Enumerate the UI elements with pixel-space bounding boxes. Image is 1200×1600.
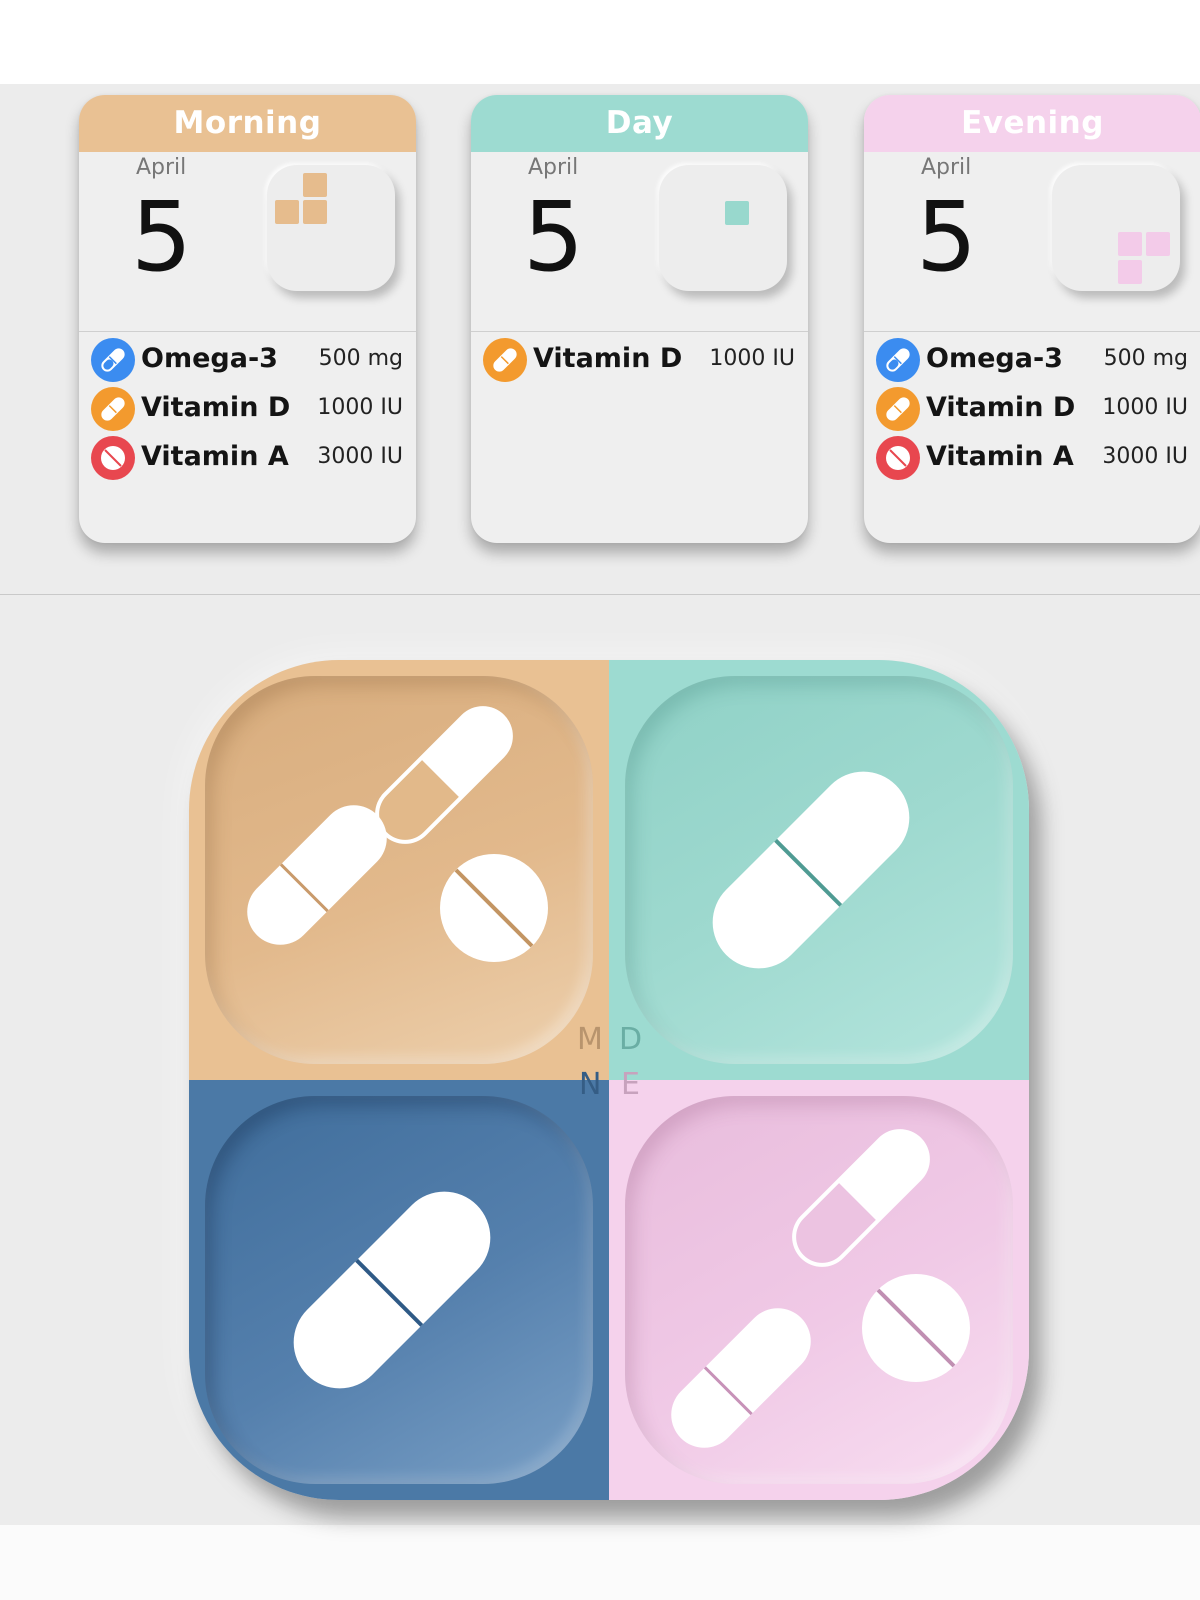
letter-night: N <box>579 1067 602 1102</box>
pills-graphic <box>293 1191 491 1389</box>
widget-title: Morning <box>79 95 416 152</box>
pills-graphic <box>671 1129 970 1448</box>
compartment-square <box>1146 232 1170 256</box>
supplement-row[interactable]: Omega-3 500 mg <box>91 337 403 383</box>
widget-day: 5 <box>916 181 978 293</box>
pills-graphic <box>712 771 910 969</box>
supplement-name: Omega-3 <box>141 343 278 374</box>
divider <box>79 331 416 332</box>
supplement-name: Omega-3 <box>926 343 1063 374</box>
widget-evening[interactable]: Evening April 5 Omega-3 500 mg Vitamin D… <box>864 95 1200 543</box>
compartment-square <box>1118 260 1142 284</box>
supplement-name: Vitamin D <box>141 392 291 423</box>
compartment-square <box>275 200 299 224</box>
pill-organizer: M D N E <box>189 660 1029 1500</box>
compartment-indicator-tile <box>267 165 395 291</box>
compartment-square <box>303 200 327 224</box>
capsule-orange-icon <box>483 338 527 382</box>
widget-title: Day <box>471 95 808 152</box>
supplement-row[interactable]: Vitamin A 3000 IU <box>91 435 403 481</box>
bottom-margin <box>0 1525 1200 1600</box>
widget-month: April <box>921 155 972 180</box>
widget-month: April <box>528 155 579 180</box>
capsule-orange-icon <box>91 387 135 431</box>
compartment-indicator-tile <box>1052 165 1180 291</box>
supplement-dose: 500 mg <box>1103 346 1188 371</box>
supplement-row[interactable]: Vitamin A 3000 IU <box>876 435 1188 481</box>
pills-graphic <box>247 706 548 962</box>
supplement-name: Vitamin D <box>533 343 683 374</box>
supplement-dose: 500 mg <box>318 346 403 371</box>
widget-day: 5 <box>523 181 585 293</box>
tablet-red-icon <box>876 436 920 480</box>
supplement-dose: 1000 IU <box>1102 395 1188 420</box>
supplement-dose: 3000 IU <box>1102 444 1188 469</box>
tablet-red-icon <box>91 436 135 480</box>
supplement-row[interactable]: Vitamin D 1000 IU <box>876 386 1188 432</box>
letter-morning: M <box>577 1022 603 1057</box>
compartment-evening[interactable] <box>609 1080 1029 1500</box>
supplement-dose: 1000 IU <box>709 346 795 371</box>
widget-day[interactable]: Day April 5 Vitamin D 1000 IU <box>471 95 808 543</box>
supplement-row[interactable]: Omega-3 500 mg <box>876 337 1188 383</box>
top-margin <box>0 0 1200 84</box>
supplement-row[interactable]: Vitamin D 1000 IU <box>483 337 795 383</box>
letter-day: D <box>619 1022 643 1057</box>
compartment-square <box>725 201 749 225</box>
supplement-name: Vitamin A <box>926 441 1074 472</box>
capsule-blue-icon <box>91 338 135 382</box>
divider <box>471 331 808 332</box>
compartment-square <box>303 173 327 197</box>
letter-evening: E <box>621 1067 640 1102</box>
supplement-name: Vitamin A <box>141 441 289 472</box>
widget-day: 5 <box>131 181 193 293</box>
supplement-row[interactable]: Vitamin D 1000 IU <box>91 386 403 432</box>
supplement-name: Vitamin D <box>926 392 1076 423</box>
capsule-orange-icon <box>876 387 920 431</box>
compartment-indicator-tile <box>659 165 787 291</box>
compartment-day[interactable] <box>609 660 1029 1080</box>
compartment-morning[interactable] <box>189 660 609 1080</box>
compartment-night[interactable] <box>189 1080 609 1500</box>
compartment-square <box>1118 232 1142 256</box>
divider <box>864 331 1200 332</box>
widget-morning[interactable]: Morning April 5 Omega-3 500 mg Vitamin D… <box>79 95 416 543</box>
widget-month: April <box>136 155 187 180</box>
widget-title: Evening <box>864 95 1200 152</box>
capsule-blue-icon <box>876 338 920 382</box>
supplement-dose: 3000 IU <box>317 444 403 469</box>
supplement-dose: 1000 IU <box>317 395 403 420</box>
